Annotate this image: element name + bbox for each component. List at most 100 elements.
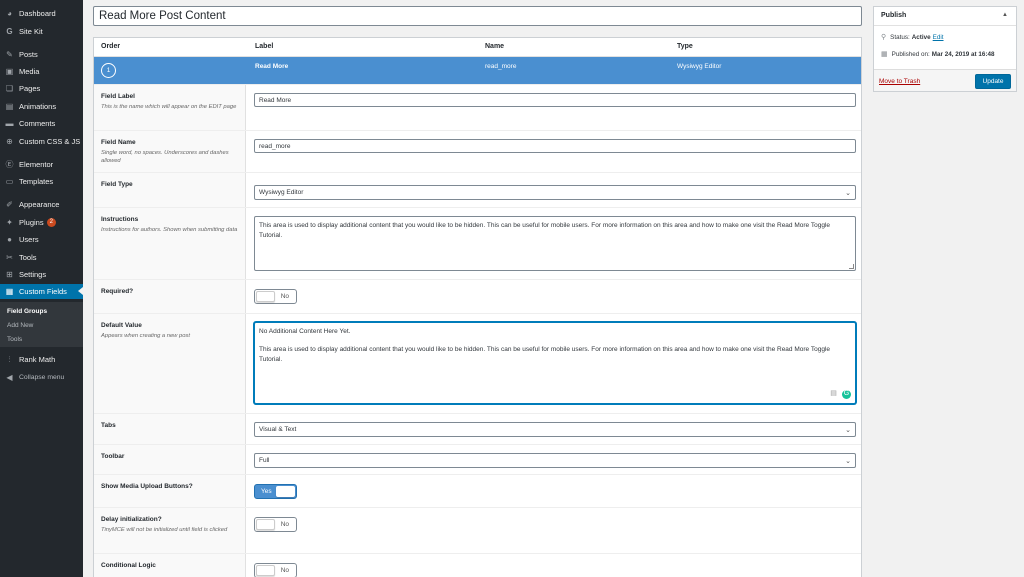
- field-type-select[interactable]: Wysiwyg Editor ⌄: [254, 185, 856, 200]
- setting-default-value: Default Value Appears when creating a ne…: [94, 313, 861, 413]
- setting-description: Single word, no spaces. Underscores and …: [101, 150, 229, 165]
- publish-header[interactable]: Publish ▲: [874, 7, 1016, 26]
- menu-elementor[interactable]: Ⓔ Elementor: [0, 157, 83, 172]
- setting-description: TinyMCE will not be initialized until fi…: [101, 527, 228, 533]
- clipboard-icon[interactable]: ▤: [829, 390, 838, 399]
- setting-label-col: Field Label This is the name which will …: [94, 85, 246, 130]
- setting-label-col: Show Media Upload Buttons?: [94, 475, 246, 507]
- update-count-badge: 2: [46, 218, 56, 227]
- setting-title: Required?: [101, 288, 134, 295]
- toggle-knob: [256, 565, 275, 576]
- post-title-input[interactable]: Read More Post Content: [93, 6, 862, 26]
- order-badge[interactable]: 1: [101, 63, 116, 78]
- submenu-field-groups[interactable]: Field Groups: [7, 308, 47, 315]
- setting-field-name: Field Name Single word, no spaces. Under…: [94, 130, 861, 172]
- setting-label-col: Toolbar: [94, 445, 246, 474]
- setting-description: Instructions for authors. Shown when sub…: [101, 227, 238, 233]
- setting-description: Appears when creating a new post: [101, 333, 190, 339]
- resize-handle-icon[interactable]: [849, 264, 854, 269]
- toggle-text: No: [280, 567, 289, 574]
- publish-actions: Move to Trash Update: [874, 69, 1016, 91]
- submenu-add-new[interactable]: Add New: [7, 322, 33, 329]
- conditional-logic-toggle[interactable]: No: [254, 563, 297, 577]
- menu-rank-math[interactable]: ⫶ Rank Math: [0, 352, 83, 367]
- menu-custom-css-js[interactable]: ⊕ Custom CSS & JS: [0, 134, 83, 149]
- field-name-input[interactable]: read_more: [254, 139, 856, 153]
- setting-label-col: Delay initialization? TinyMCE will not b…: [94, 508, 246, 553]
- menu-appearance[interactable]: ✐ Appearance: [0, 197, 83, 212]
- menu-label: Rank Math: [19, 355, 56, 364]
- textarea-line: This area is used to display additional …: [259, 345, 830, 363]
- field-settings-panel: Order Label Name Type 1 Read More read_m…: [93, 37, 862, 577]
- select-value: Wysiwyg Editor: [259, 189, 304, 196]
- menu-comments[interactable]: ▬ Comments: [0, 116, 83, 131]
- tabs-select[interactable]: Visual & Text ⌄: [254, 422, 856, 437]
- caret-up-icon[interactable]: ▲: [1002, 12, 1008, 18]
- setting-title: Toolbar: [101, 453, 125, 460]
- menu-animations[interactable]: ▤ Animations: [0, 99, 83, 114]
- menu-label: Settings: [19, 270, 47, 279]
- toggle-knob: [256, 519, 275, 530]
- col-order: Order: [101, 43, 121, 50]
- menu-label: Plugins: [19, 218, 44, 227]
- menu-users[interactable]: ● Users: [0, 232, 83, 247]
- menu-media[interactable]: ▣ Media: [0, 64, 83, 79]
- row-label[interactable]: Read More: [255, 63, 288, 70]
- move-to-trash-link[interactable]: Move to Trash: [879, 78, 920, 85]
- publish-title: Publish: [881, 12, 907, 19]
- menu-pages[interactable]: ❏ Pages: [0, 81, 83, 96]
- setting-title: Field Label: [101, 93, 135, 100]
- delay-init-toggle[interactable]: No: [254, 517, 297, 532]
- setting-delay-init: Delay initialization? TinyMCE will not b…: [94, 507, 861, 553]
- default-value-textarea[interactable]: No Additional Content Here Yet. This are…: [254, 322, 856, 404]
- menu-custom-fields[interactable]: ▦ Custom Fields: [0, 284, 83, 299]
- col-type: Type: [677, 43, 693, 50]
- chart-icon: ⫶: [8, 354, 11, 364]
- media-upload-toggle[interactable]: Yes: [254, 484, 297, 499]
- wrench-icon: ✂: [6, 252, 13, 262]
- fields-table-header: Order Label Name Type: [94, 38, 861, 57]
- row-type: Wysiwyg Editor: [677, 63, 722, 70]
- menu-dashboard[interactable]: ◕ Dashboard: [0, 6, 83, 21]
- field-row-active[interactable]: 1 Read More read_more Wysiwyg Editor: [94, 57, 861, 84]
- menu-posts[interactable]: ✎ Posts: [0, 47, 83, 62]
- textarea-text: This area is used to display additional …: [259, 222, 830, 239]
- brush-icon: ✐: [6, 199, 13, 209]
- menu-label: Dashboard: [19, 9, 56, 18]
- menu-site-kit[interactable]: G Site Kit: [0, 24, 83, 39]
- dashboard-icon: ◕: [7, 8, 12, 18]
- required-toggle[interactable]: No: [254, 289, 297, 304]
- setting-label-col: Instructions Instructions for authors. S…: [94, 208, 246, 279]
- media-icon: ▣: [5, 66, 14, 76]
- setting-title: Conditional Logic: [101, 562, 156, 569]
- update-button[interactable]: Update: [975, 74, 1011, 89]
- publish-status: ⚲ Status: Active Edit: [881, 33, 944, 42]
- select-value: Visual & Text: [259, 426, 297, 433]
- menu-label: Users: [19, 235, 39, 244]
- chevron-down-icon: ⌄: [845, 190, 851, 197]
- menu-templates[interactable]: ▭ Templates: [0, 174, 83, 189]
- google-icon: G: [6, 26, 13, 36]
- instructions-textarea[interactable]: This area is used to display additional …: [254, 216, 856, 271]
- toolbar-select[interactable]: Full ⌄: [254, 453, 856, 468]
- menu-label: Animations: [19, 102, 57, 111]
- setting-description: This is the name which will appear on th…: [101, 104, 237, 110]
- menu-collapse[interactable]: ◀ Collapse menu: [0, 370, 83, 385]
- menu-plugins[interactable]: ✦ Plugins 2: [0, 215, 83, 230]
- menu-tools[interactable]: ✂ Tools: [0, 250, 83, 265]
- setting-conditional-logic: Conditional Logic No: [94, 553, 861, 577]
- col-label: Label: [255, 43, 274, 50]
- menu-label: Templates: [19, 177, 54, 186]
- status-edit-link[interactable]: Edit: [933, 34, 944, 41]
- setting-title: Delay initialization?: [101, 516, 162, 523]
- field-label-input[interactable]: Read More: [254, 93, 856, 107]
- submenu-tools[interactable]: Tools: [7, 336, 22, 343]
- grammarly-icon[interactable]: G: [842, 390, 851, 399]
- chevron-down-icon: ⌄: [845, 427, 851, 434]
- elementor-icon: Ⓔ: [5, 159, 14, 169]
- pushpin-icon: ✎: [6, 49, 13, 59]
- menu-settings[interactable]: ⊞ Settings: [0, 267, 83, 282]
- col-name: Name: [485, 43, 505, 50]
- menu-label: Elementor: [19, 160, 54, 169]
- admin-sidebar: ◕ Dashboard G Site Kit ✎ Posts ▣ Media ❏ Page…: [0, 0, 83, 577]
